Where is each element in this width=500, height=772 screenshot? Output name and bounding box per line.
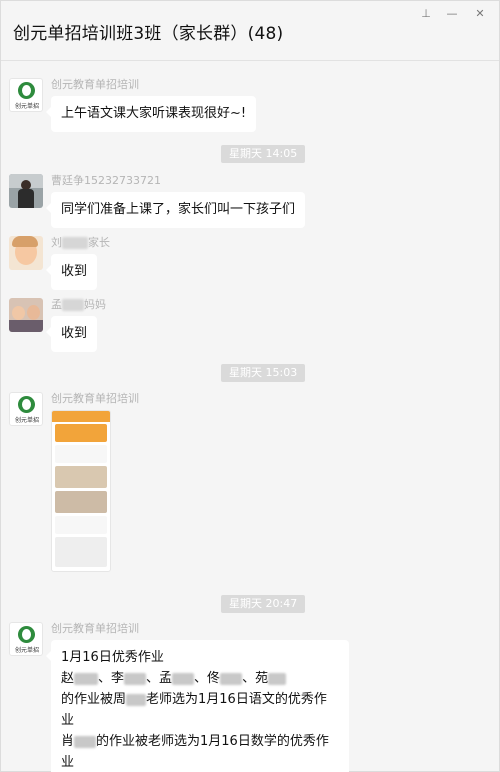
message-line: 业 [61, 755, 75, 770]
text-fragment: 肖 [61, 734, 75, 749]
message-line: 肖 的作业被老师选为1月16日数学的优秀作 [61, 731, 339, 752]
redacted-name [74, 735, 97, 748]
avatar[interactable]: 创元单招 [9, 392, 43, 426]
text-fragment: 的作业被周 [61, 692, 127, 707]
logo-icon [18, 82, 35, 99]
avatar[interactable]: 创元单招 [9, 78, 43, 112]
text-fragment: 、孟 [146, 671, 173, 686]
redacted-name [126, 693, 147, 706]
photo-body [18, 189, 34, 208]
title-bar: 创元单招培训班3班（家长群）(48) ⊥ — ✕ [1, 1, 499, 61]
redacted-name [74, 672, 99, 685]
logo-icon [18, 396, 35, 413]
image-statusbar [52, 411, 110, 422]
message-bubble[interactable]: 同学们准备上课了，家长们叫一下孩子们 [45, 192, 306, 228]
timestamp: 星期天 14:05 [221, 145, 306, 163]
logo-label: 创元单招 [14, 417, 39, 424]
sender-name: 孟 妈妈 [51, 296, 106, 312]
sender-suffix: 家长 [88, 236, 110, 249]
text-fragment: 的作业被老师选为1月16日数学的优秀作 [96, 734, 329, 749]
message-bubble[interactable]: 1月16日优秀作业 赵 、李 、孟 、佟 、苑 的作业被周 老师选为1月16日语文的优秀作… [46, 640, 349, 772]
sender-name: 创元教育单招培训 [51, 78, 139, 91]
pin-icon[interactable]: ⊥ [417, 5, 435, 23]
text-fragment: 赵 [61, 671, 75, 686]
close-icon[interactable]: ✕ [471, 5, 489, 23]
image-card [55, 445, 107, 463]
sender-name: 曹廷争15232733721 [51, 174, 161, 187]
logo-label: 创元单招 [14, 647, 39, 654]
sender-name: 创元教育单招培训 [51, 392, 139, 405]
avatar[interactable] [9, 174, 43, 208]
message-bubble[interactable]: 上午语文课大家听课表现很好~! [45, 96, 257, 132]
avatar[interactable]: 创元单招 [9, 622, 43, 656]
redacted-name [220, 672, 243, 685]
image-thumb [55, 466, 107, 488]
sender-suffix: 妈妈 [84, 298, 106, 311]
sender-prefix: 孟 [51, 298, 62, 311]
redacted-name [62, 237, 88, 249]
message-line: 赵 、李 、孟 、佟 、苑 [61, 668, 339, 689]
image-card [55, 516, 107, 534]
photo-clothes [9, 320, 43, 332]
message-bubble[interactable]: 收到 [45, 254, 98, 290]
minimize-icon[interactable]: — [443, 5, 461, 23]
chat-title: 创元单招培训班3班（家长群）(48) [13, 24, 284, 44]
photo-face-left [12, 306, 25, 320]
sender-name: 刘 家长 [51, 234, 110, 250]
text-fragment: 老师选为1月16日语文的优秀作 [146, 692, 327, 707]
sender-prefix: 刘 [51, 236, 62, 249]
text-fragment: 、佟 [194, 671, 221, 686]
sender-name: 创元教育单招培训 [51, 622, 139, 635]
image-document [55, 537, 107, 567]
image-header [55, 424, 107, 442]
avatar[interactable] [9, 236, 43, 270]
redacted-name [172, 672, 195, 685]
redacted-name [268, 672, 287, 685]
message-line: 的作业被周 老师选为1月16日语文的优秀作 [61, 689, 339, 710]
text-fragment: 、李 [98, 671, 125, 686]
timestamp: 星期天 20:47 [221, 595, 306, 613]
image-thumb [55, 491, 107, 513]
text-fragment: 、苑 [242, 671, 269, 686]
photo-face-right [27, 305, 40, 320]
redacted-name [62, 299, 84, 311]
avatar[interactable] [9, 298, 43, 332]
timestamp: 星期天 15:03 [221, 364, 306, 382]
message-line: 1月16日优秀作业 [61, 650, 164, 665]
message-line: 业 [61, 713, 75, 728]
redacted-name [124, 672, 147, 685]
message-list[interactable]: 创元单招 创元教育单招培训 上午语文课大家听课表现很好~! 星期天 14:05 … [1, 62, 500, 772]
photo-hair [12, 236, 38, 247]
message-bubble[interactable]: 收到 [45, 316, 98, 352]
logo-label: 创元单招 [14, 103, 39, 110]
chat-window: 创元单招培训班3班（家长群）(48) ⊥ — ✕ 创元单招 创元教育单招培训 上… [0, 0, 500, 772]
image-message[interactable] [51, 410, 111, 572]
logo-icon [18, 626, 35, 643]
